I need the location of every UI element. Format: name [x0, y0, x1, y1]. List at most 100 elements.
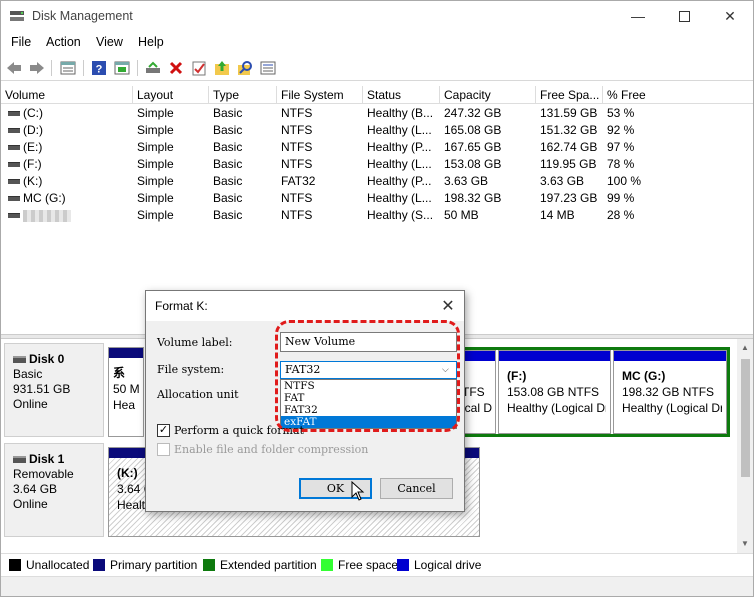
table-row[interactable]: (D:) Simple Basic NTFS Healthy (L... 165.08 G… — [1, 122, 753, 139]
cell-fs: NTFS — [281, 123, 313, 137]
cell-layout: Simple — [137, 140, 174, 154]
cell-pct: 100 % — [607, 174, 642, 188]
legend-label: Free space — [338, 558, 399, 572]
upload-button[interactable] — [213, 59, 231, 77]
graph-scrollbar[interactable]: ▲ ▼ — [737, 339, 753, 553]
cell-type: Basic — [213, 191, 243, 205]
menu-action[interactable]: Action — [46, 35, 81, 49]
cell-type: Basic — [213, 157, 243, 171]
cell-status: Healthy (B... — [367, 106, 434, 120]
disk-0-system-partition[interactable]: 系 50 M Hea — [108, 347, 144, 437]
checklist-icon — [192, 61, 206, 76]
file-system-caption: File system: — [157, 363, 225, 376]
cell-free: 131.59 GB — [540, 106, 598, 120]
scroll-down-icon[interactable]: ▼ — [741, 539, 749, 548]
help-button[interactable]: ? — [90, 59, 108, 77]
cell-status: Healthy (L... — [367, 123, 432, 137]
disk-0-f-partition[interactable]: (F:) 153.08 GB NTFS Healthy (Logical Dr — [498, 350, 611, 434]
table-row[interactable]: (E:) Simple Basic NTFS Healthy (P... 167.65 G… — [1, 139, 753, 156]
settings-list-icon — [260, 61, 276, 75]
cell-free: 14 MB — [540, 208, 575, 222]
cell-type: Basic — [213, 140, 243, 154]
col-type[interactable]: Type — [209, 86, 277, 104]
properties-button[interactable] — [113, 59, 131, 77]
disk-0-label[interactable]: Disk 0 Basic 931.51 GB Online — [4, 343, 104, 437]
back-button[interactable] — [5, 59, 23, 77]
cell-capacity: 153.08 GB — [444, 157, 502, 171]
close-button[interactable]: ✕ — [707, 1, 753, 31]
cell-fs: NTFS — [281, 140, 313, 154]
col-status[interactable]: Status — [363, 86, 440, 104]
quick-format-checkbox[interactable]: ✓ — [157, 424, 170, 437]
disk-1-state: Online — [13, 497, 48, 511]
minimize-button[interactable]: — — [615, 1, 661, 31]
cell-capacity: 167.65 GB — [444, 140, 502, 154]
cell-volume: (D:) — [23, 123, 43, 137]
legend-label: Primary partition — [110, 558, 198, 572]
col-capacity[interactable]: Capacity — [440, 86, 536, 104]
legend-primary: Primary partition — [93, 558, 197, 572]
check-button[interactable] — [190, 59, 208, 77]
cell-fs: NTFS — [281, 157, 313, 171]
maximize-button[interactable] — [661, 1, 707, 31]
cell-pct: 99 % — [607, 191, 635, 205]
cell-volume: MC (G:) — [23, 191, 66, 205]
volume-label-caption: Volume label: — [157, 336, 233, 349]
help-icon: ? — [92, 61, 106, 76]
scroll-thumb[interactable] — [741, 359, 750, 477]
cancel-button[interactable]: Cancel — [380, 478, 453, 499]
list-view-icon — [60, 61, 76, 75]
table-row[interactable]: (K:) Simple Basic FAT32 Healthy (P... 3.63 GB… — [1, 173, 753, 190]
cell-capacity: 247.32 GB — [444, 106, 502, 120]
col-file-system[interactable]: File System — [277, 86, 363, 104]
table-row[interactable]: MC (G:) Simple Basic NTFS Healthy (L... 198.3… — [1, 190, 753, 207]
dialog-close-button[interactable]: ✕ — [434, 293, 462, 319]
checkmark-icon: ✓ — [158, 424, 169, 436]
cell-free: 119.95 GB — [540, 157, 597, 171]
table-row[interactable]: (F:) Simple Basic NTFS Healthy (L... 153.08 G… — [1, 156, 753, 173]
partition-label: (F:) — [507, 369, 527, 383]
partition-status: Healthy (Logical Dr — [507, 401, 606, 415]
cell-free: 3.63 GB — [540, 174, 585, 188]
forward-button[interactable] — [28, 59, 46, 77]
legend-logical: Logical drive — [397, 558, 481, 572]
table-row[interactable]: Simple Basic NTFS Healthy (S... 50 MB 14 MB 28… — [1, 207, 753, 224]
col-layout[interactable]: Layout — [133, 86, 209, 104]
legend-unallocated: Unallocated — [9, 558, 89, 572]
compression-label: Enable file and folder compression — [174, 443, 369, 456]
cell-status: Healthy (S... — [367, 208, 434, 222]
settings-button[interactable] — [259, 59, 277, 77]
dialog-title: Format K: — [155, 299, 208, 313]
compression-checkbox[interactable] — [157, 443, 170, 456]
cell-pct: 97 % — [607, 140, 635, 154]
legend-label: Unallocated — [26, 558, 90, 572]
search-button[interactable] — [236, 59, 254, 77]
redacted-volume-name — [23, 209, 71, 222]
menu-file[interactable]: File — [11, 35, 31, 49]
dialog-title-bar: Format K: ✕ — [146, 291, 464, 321]
cell-capacity: 165.08 GB — [444, 123, 502, 137]
console-tree-button[interactable] — [59, 59, 77, 77]
legend: Unallocated Primary partition Extended p… — [1, 553, 753, 575]
cell-free: 151.32 GB — [540, 123, 598, 137]
cell-type: Basic — [213, 174, 243, 188]
menu-help[interactable]: Help — [138, 35, 164, 49]
cell-status: Healthy (L... — [367, 157, 432, 171]
table-row[interactable]: (C:) Simple Basic NTFS Healthy (B... 247.32 G… — [1, 105, 753, 122]
cell-volume: (F:) — [23, 157, 42, 171]
col-percent-free[interactable]: % Free — [603, 86, 753, 104]
col-free-space[interactable]: Free Spa... — [536, 86, 603, 104]
menu-view[interactable]: View — [96, 35, 123, 49]
cell-fs: NTFS — [281, 191, 313, 205]
disk-0-g-partition[interactable]: MC (G:) 198.32 GB NTFS Healthy (Logical … — [613, 350, 727, 434]
partition-size: 198.32 GB NTFS — [622, 385, 715, 399]
disk-1-label[interactable]: Disk 1 Removable 3.64 GB Online — [4, 443, 104, 537]
cell-volume: (E:) — [23, 140, 43, 154]
disk-1-type: Removable — [13, 467, 74, 481]
disk-0-size: 931.51 GB — [13, 382, 71, 396]
connect-button[interactable] — [144, 59, 162, 77]
delete-x-icon — [169, 61, 183, 75]
delete-button[interactable] — [167, 59, 185, 77]
scroll-up-icon[interactable]: ▲ — [741, 343, 749, 352]
col-volume[interactable]: Volume — [1, 86, 133, 104]
